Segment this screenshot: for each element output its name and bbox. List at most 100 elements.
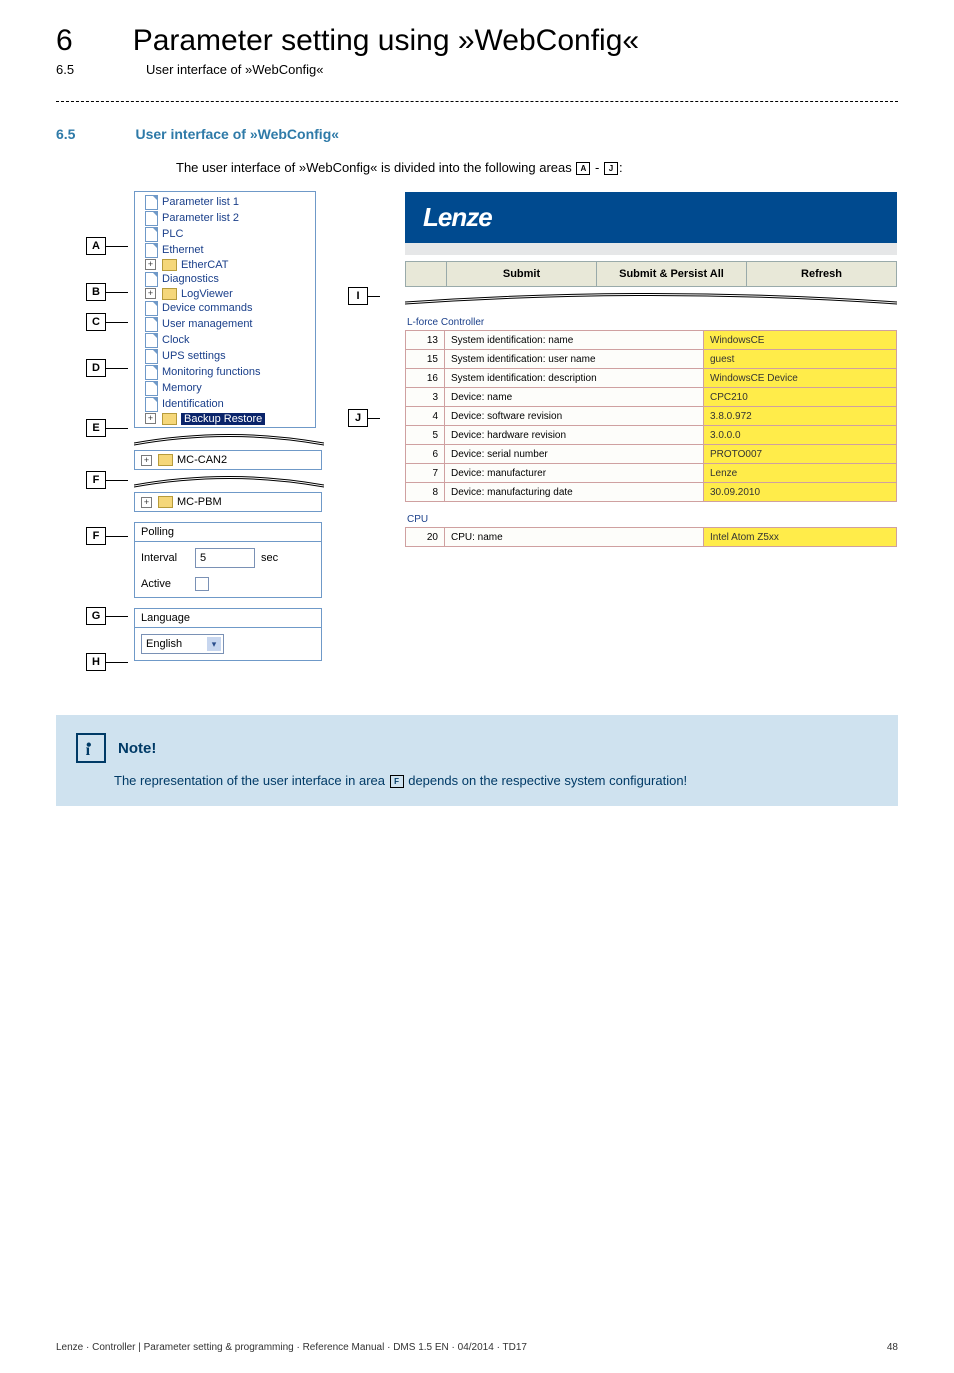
folder-icon	[162, 288, 177, 300]
group-title: CPU	[407, 514, 897, 525]
area-badge-e: E	[86, 419, 106, 437]
file-icon	[145, 365, 158, 380]
panel-label: MC-PBM	[177, 496, 222, 508]
cell-index: 8	[406, 483, 445, 502]
tree-item[interactable]: User management	[145, 316, 309, 332]
file-icon	[145, 243, 158, 258]
cell-index: 13	[406, 331, 445, 350]
file-icon	[145, 333, 158, 348]
tree-item[interactable]: Monitoring functions	[145, 364, 309, 380]
toolbar: Submit Submit & Persist All Refresh	[405, 261, 897, 287]
table-row: 16System identification: descriptionWind…	[406, 369, 897, 388]
tree-item-label: Ethernet	[162, 244, 204, 256]
tree-item[interactable]: + EtherCAT	[145, 258, 309, 271]
file-icon	[145, 195, 158, 210]
tree-item[interactable]: Diagnostics	[145, 271, 309, 287]
expand-icon[interactable]: +	[145, 413, 156, 424]
chapter-number: 6	[56, 24, 73, 58]
group-title: L-force Controller	[407, 317, 897, 328]
cell-value[interactable]: Intel Atom Z5xx	[704, 528, 897, 547]
tree-item[interactable]: + LogViewer	[145, 287, 309, 300]
area-badge-c: C	[86, 313, 106, 331]
cell-label: Device: hardware revision	[445, 426, 704, 445]
submit-persist-button[interactable]: Submit & Persist All	[597, 262, 747, 286]
expand-icon[interactable]: +	[141, 497, 152, 508]
area-badge-a: A	[86, 237, 106, 255]
tree-item[interactable]: Memory	[145, 380, 309, 396]
language-select[interactable]: English ▾	[141, 634, 224, 654]
separator	[56, 101, 898, 102]
tree-item-label: Parameter list 1	[162, 196, 239, 208]
section-title: User interface of »WebConfig«	[135, 126, 339, 142]
toolbar-spacer	[406, 262, 447, 286]
cell-index: 5	[406, 426, 445, 445]
cell-value[interactable]: 3.0.0.0	[704, 426, 897, 445]
refresh-button[interactable]: Refresh	[747, 262, 896, 286]
interval-input[interactable]	[195, 548, 255, 568]
cell-value[interactable]: 3.8.0.972	[704, 407, 897, 426]
cell-value[interactable]: Lenze	[704, 464, 897, 483]
info-icon: •ı	[76, 733, 106, 763]
intro-paragraph: The user interface of »WebConfig« is div…	[176, 160, 898, 175]
area-badge-f: F	[86, 471, 106, 489]
active-label: Active	[141, 578, 189, 590]
note-title: Note!	[118, 740, 156, 757]
expand-icon[interactable]: +	[145, 288, 156, 299]
note-box: •ı Note! The representation of the user …	[56, 715, 898, 806]
tree-item[interactable]: Ethernet	[145, 242, 309, 258]
tree-item-label: Device commands	[162, 302, 252, 314]
cell-label: Device: software revision	[445, 407, 704, 426]
panel-mc-can2[interactable]: + MC-CAN2	[134, 450, 322, 470]
area-badge-h: H	[86, 653, 106, 671]
tree-item[interactable]: Identification	[145, 396, 309, 412]
panel-label: MC-CAN2	[177, 454, 227, 466]
panel-title: Language	[135, 609, 321, 628]
tree-item-label: Memory	[162, 382, 202, 394]
cell-value[interactable]: WindowsCE	[704, 331, 897, 350]
tree-item-label: LogViewer	[181, 288, 233, 300]
tree-item[interactable]: Parameter list 1	[145, 194, 309, 210]
cell-value[interactable]: PROTO007	[704, 445, 897, 464]
tree-item[interactable]: Device commands	[145, 300, 309, 316]
tree-item-label: Parameter list 2	[162, 212, 239, 224]
active-checkbox[interactable]	[195, 577, 209, 591]
tree-item[interactable]: +Backup Restore	[145, 412, 309, 425]
tree-item-label: Diagnostics	[162, 273, 219, 285]
folder-icon	[162, 259, 177, 271]
expand-icon[interactable]: +	[145, 259, 156, 270]
brand-bar: Lenze	[405, 192, 897, 255]
interval-label: Interval	[141, 552, 189, 564]
tree-item[interactable]: PLC	[145, 226, 309, 242]
navigation-tree[interactable]: Parameter list 1 Parameter list 2 PLC Ether…	[134, 191, 316, 428]
tree-item[interactable]: UPS settings	[145, 348, 309, 364]
submit-button[interactable]: Submit	[447, 262, 597, 286]
file-icon	[145, 381, 158, 396]
tree-item-label: EtherCAT	[181, 259, 228, 271]
table-row: 3Device: nameCPC210	[406, 388, 897, 407]
section-number: 6.5	[56, 126, 75, 142]
cell-value[interactable]: WindowsCE Device	[704, 369, 897, 388]
cell-index: 20	[406, 528, 445, 547]
area-badge-j: J	[348, 409, 368, 427]
cell-label: Device: serial number	[445, 445, 704, 464]
tree-item[interactable]: Parameter list 2	[145, 210, 309, 226]
table-row: 7Device: manufacturerLenze	[406, 464, 897, 483]
cell-value[interactable]: 30.09.2010	[704, 483, 897, 502]
panel-mc-pbm[interactable]: + MC-PBM	[134, 492, 322, 512]
cell-index: 6	[406, 445, 445, 464]
subsection-number: 6.5	[56, 62, 86, 77]
cell-label: Device: manufacturer	[445, 464, 704, 483]
cell-index: 3	[406, 388, 445, 407]
cell-value[interactable]: guest	[704, 350, 897, 369]
area-badge-d: D	[86, 359, 106, 377]
cell-index: 7	[406, 464, 445, 483]
table-row: 6Device: serial numberPROTO007	[406, 445, 897, 464]
tree-item-label: User management	[162, 318, 253, 330]
file-icon	[145, 301, 158, 316]
folder-icon	[162, 413, 177, 425]
expand-icon[interactable]: +	[141, 455, 152, 466]
tree-item[interactable]: Clock	[145, 332, 309, 348]
cell-value[interactable]: CPC210	[704, 388, 897, 407]
area-badge-g: G	[86, 607, 106, 625]
page-number: 48	[887, 1342, 898, 1353]
